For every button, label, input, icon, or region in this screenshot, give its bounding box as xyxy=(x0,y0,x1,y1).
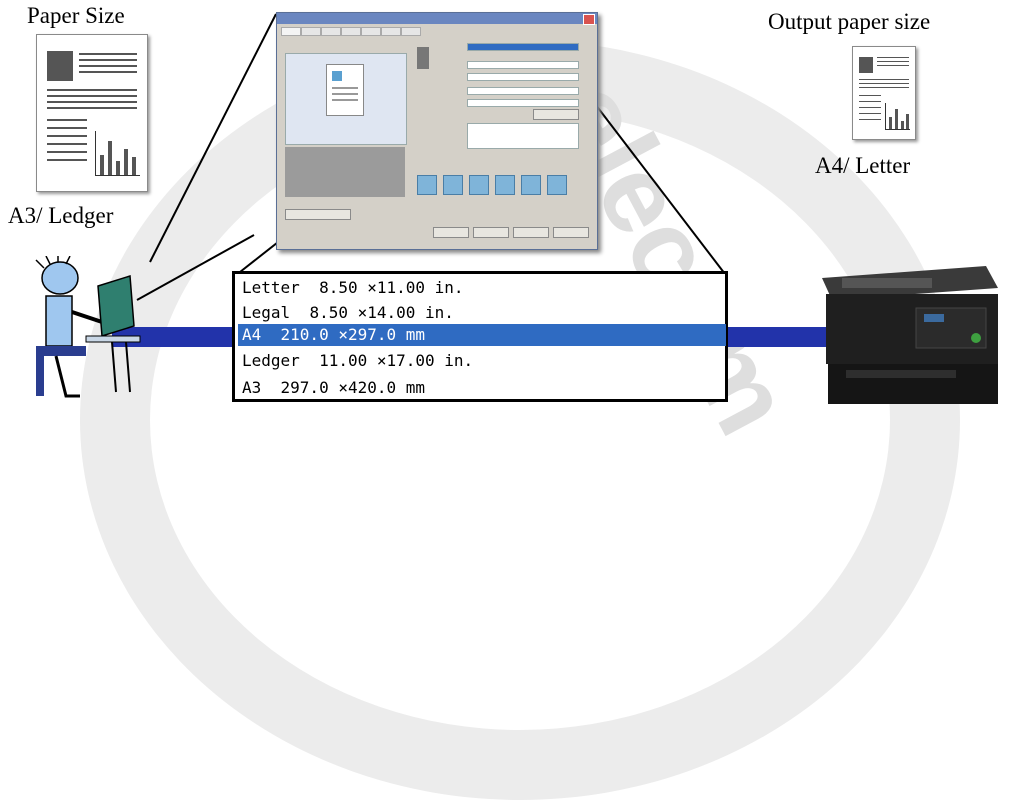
layout-icon-2[interactable] xyxy=(443,175,463,195)
paper-icon xyxy=(417,47,429,69)
output-size-label: A4/ Letter xyxy=(815,153,911,178)
output-paper-size-select[interactable] xyxy=(467,73,579,81)
paper-size-select[interactable] xyxy=(467,61,579,69)
help-button[interactable] xyxy=(553,227,589,238)
custom-size-button[interactable] xyxy=(533,109,579,120)
user-at-computer-icon xyxy=(35,256,141,398)
layout-icon-1[interactable] xyxy=(417,175,437,195)
printer-properties-dialog xyxy=(276,12,598,250)
apply-button[interactable] xyxy=(513,227,549,238)
printer-icon xyxy=(822,266,998,404)
layout-icon-6[interactable] xyxy=(547,175,567,195)
tab-layout[interactable] xyxy=(321,27,341,36)
restore-defaults-button[interactable] xyxy=(285,209,351,220)
paper-chart xyxy=(885,103,910,130)
list-item[interactable]: A3 297.0 ×420.0 mm xyxy=(238,377,726,399)
paper-source-select[interactable] xyxy=(467,99,579,107)
tab-profile[interactable] xyxy=(381,27,401,36)
close-icon[interactable] xyxy=(583,14,595,25)
output-paper-thumbnail xyxy=(852,46,916,140)
paper-type-select[interactable] xyxy=(467,43,579,51)
media-type-select[interactable] xyxy=(467,87,579,95)
input-size-label: A3/ Ledger xyxy=(8,203,114,228)
paper-photo xyxy=(859,57,873,73)
input-paper-thumbnail xyxy=(36,34,148,192)
tab-quality[interactable] xyxy=(341,27,361,36)
layout-icon-3[interactable] xyxy=(469,175,489,195)
list-item[interactable]: Letter 8.50 ×11.00 in. xyxy=(238,277,726,299)
paper-chart xyxy=(95,131,140,176)
paper-size-label: Paper Size xyxy=(27,3,125,28)
paper-photo xyxy=(47,51,73,81)
preview-panel xyxy=(285,53,407,145)
tab-watermark[interactable] xyxy=(361,27,381,36)
layout-icon-4[interactable] xyxy=(495,175,515,195)
list-item[interactable]: Ledger 11.00 ×17.00 in. xyxy=(238,350,726,372)
tab-output[interactable] xyxy=(301,27,321,36)
tab-basic[interactable] xyxy=(281,27,301,36)
preview-page xyxy=(326,64,364,116)
tab-support[interactable] xyxy=(401,27,421,36)
cancel-button[interactable] xyxy=(473,227,509,238)
list-item-selected[interactable]: A4 210.0 ×297.0 mm xyxy=(238,324,726,346)
preview-shadow xyxy=(285,147,405,197)
output-paper-size-label: Output paper size xyxy=(768,9,931,34)
copies-box[interactable] xyxy=(467,123,579,149)
ok-button[interactable] xyxy=(433,227,469,238)
dialog-title-bar xyxy=(277,13,597,24)
paper-size-dropdown[interactable]: Letter 8.50 ×11.00 in. Legal 8.50 ×14.00… xyxy=(232,271,728,402)
layout-icon-5[interactable] xyxy=(521,175,541,195)
list-item[interactable]: Legal 8.50 ×14.00 in. xyxy=(238,302,726,324)
